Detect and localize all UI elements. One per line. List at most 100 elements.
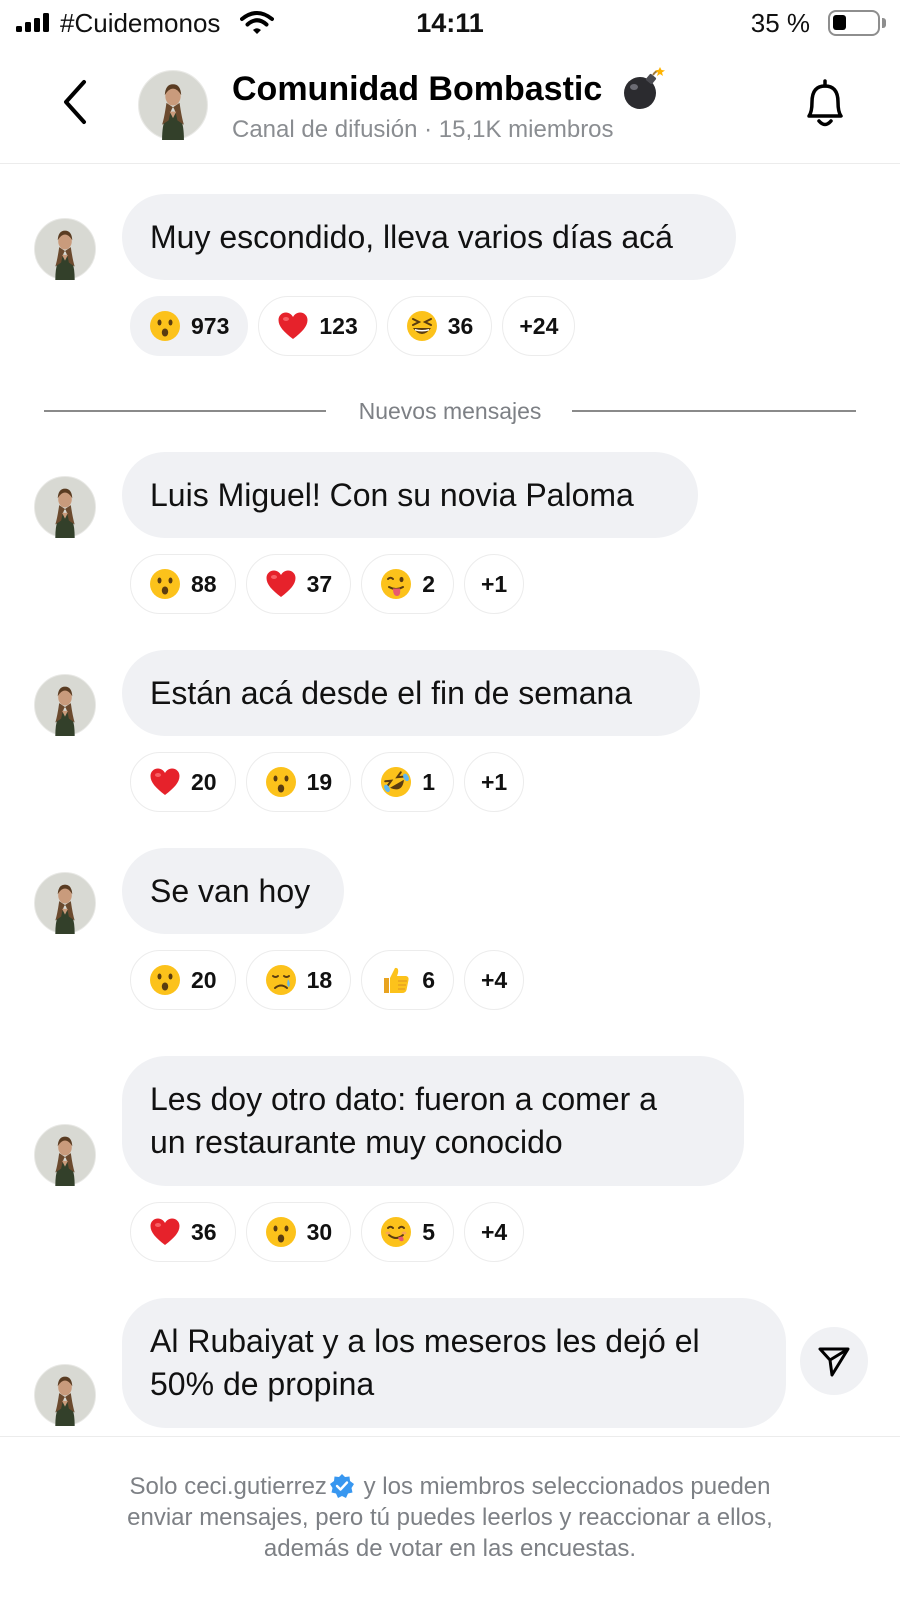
message-bubble[interactable]: Muy escondido, lleva varios días acá <box>122 194 736 280</box>
yum-face-icon <box>380 1216 412 1248</box>
verified-badge-icon <box>329 1474 354 1498</box>
notifications-bell-icon[interactable] <box>800 76 850 132</box>
reaction-pill[interactable]: 37 <box>245 554 352 614</box>
more-reactions-count: +24 <box>519 312 559 339</box>
more-reactions-count: +4 <box>480 1218 508 1245</box>
more-reactions-pill[interactable]: +24 <box>502 296 576 356</box>
reaction-pill[interactable]: 20 <box>130 950 236 1010</box>
reaction-bar: 36 30 5 +4 <box>130 1202 525 1262</box>
red-heart-icon <box>265 568 297 600</box>
sender-avatar[interactable] <box>34 1364 96 1426</box>
message-text: Luis Miguel! Con su novia Paloma <box>150 476 634 513</box>
battery-icon <box>828 10 886 36</box>
message-text: Muy escondido, lleva varios días acá <box>150 218 673 255</box>
reaction-count: 19 <box>306 768 333 795</box>
message-text: Se van hoy <box>150 872 311 909</box>
reaction-count: 6 <box>422 966 435 993</box>
more-reactions-count: +1 <box>480 570 508 597</box>
astonished-face-icon <box>149 310 181 342</box>
reaction-pill[interactable]: 19 <box>245 752 352 812</box>
reaction-count: 2 <box>422 570 435 597</box>
reaction-count: 20 <box>191 768 217 795</box>
battery-percent: 35 % <box>750 8 810 38</box>
reaction-pill[interactable]: 1 <box>361 752 454 812</box>
footer-prefix: Solo <box>129 1473 178 1500</box>
message-text-line: Les doy otro dato: fueron a comer a <box>150 1081 657 1117</box>
message-bubble[interactable]: Luis Miguel! Con su novia Paloma <box>122 452 698 538</box>
message-text-line: 50% de propina <box>150 1366 375 1402</box>
reaction-count: 36 <box>447 312 474 339</box>
more-reactions-pill[interactable]: +1 <box>463 554 525 614</box>
message-text-line: Al Rubaiyat y a los meseros les dejó el <box>150 1323 700 1359</box>
astonished-face-icon <box>265 766 297 798</box>
reaction-pill[interactable]: 20 <box>130 752 236 812</box>
channel-subtitle: Canal de difusión · 15,1K miembros <box>232 116 614 143</box>
message-text: Están acá desde el fin de semana <box>150 674 633 711</box>
reaction-bar: 20 19 1 +1 <box>130 752 525 812</box>
rolling-laughing-face-icon <box>380 766 412 798</box>
reaction-count: 88 <box>191 570 217 597</box>
new-messages-divider: Nuevos mensajes <box>44 397 856 425</box>
reaction-pill[interactable]: 18 <box>245 950 352 1010</box>
broadcast-info-text: Solo ceci.gutierrez y los miembros selec… <box>60 1471 840 1564</box>
more-reactions-count: +4 <box>480 966 508 993</box>
more-reactions-pill[interactable]: +4 <box>463 950 525 1010</box>
sender-avatar[interactable] <box>34 872 96 934</box>
reaction-bar: 88 37 2 +1 <box>130 554 525 614</box>
share-button[interactable] <box>800 1327 868 1395</box>
footer-line2: enviar mensajes, pero tú puedes leerlos … <box>127 1504 773 1531</box>
crying-face-icon <box>265 964 297 996</box>
sender-avatar[interactable] <box>34 1124 96 1186</box>
reaction-count: 973 <box>191 312 230 339</box>
footer-line3: además de votar en las encuestas. <box>263 1535 637 1562</box>
reaction-pill[interactable]: 5 <box>361 1202 454 1262</box>
grinning-squinting-face-icon <box>406 310 438 342</box>
reaction-bar: 20 18 6 +4 <box>130 950 525 1010</box>
reaction-pill[interactable]: 36 <box>130 1202 236 1262</box>
astonished-face-icon <box>149 568 181 600</box>
broadcast-footer: Solo ceci.gutierrez y los miembros selec… <box>0 1436 900 1600</box>
reaction-count: 30 <box>306 1218 333 1245</box>
more-reactions-count: +1 <box>480 768 508 795</box>
message-text-line: un restaurante muy conocido <box>150 1124 563 1160</box>
reaction-count: 20 <box>191 966 217 993</box>
reaction-pill[interactable]: 6 <box>361 950 454 1010</box>
reaction-pill[interactable]: 36 <box>386 296 493 356</box>
red-heart-icon <box>149 1216 181 1248</box>
message-bubble[interactable]: Les doy otro dato: fueron a comer a un r… <box>122 1056 744 1186</box>
reaction-pill[interactable]: 30 <box>245 1202 352 1262</box>
message-bubble[interactable]: Se van hoy <box>122 848 344 934</box>
channel-title[interactable]: Comunidad Bombastic <box>232 68 602 110</box>
sender-avatar[interactable] <box>34 674 96 736</box>
red-heart-icon <box>149 766 181 798</box>
reaction-count: 37 <box>306 570 333 597</box>
reaction-pill[interactable]: 2 <box>361 554 454 614</box>
reaction-count: 18 <box>306 966 333 993</box>
reaction-pill[interactable]: 973 <box>130 296 249 356</box>
footer-line1-rest: y los miembros seleccionados pueden <box>363 1473 771 1500</box>
red-heart-icon <box>277 310 309 342</box>
send-arrow-icon <box>818 1347 850 1377</box>
back-button[interactable] <box>56 74 96 130</box>
bomb-icon <box>624 67 665 109</box>
channel-avatar[interactable] <box>138 70 208 140</box>
creator-username[interactable]: ceci.gutierrez <box>184 1473 327 1500</box>
face-with-tongue-icon <box>380 568 412 600</box>
message-bubble[interactable]: Al Rubaiyat y a los meseros les dejó el … <box>122 1298 786 1428</box>
message-bubble[interactable]: Están acá desde el fin de semana <box>122 650 700 736</box>
more-reactions-pill[interactable]: +4 <box>463 1202 525 1262</box>
reaction-pill[interactable]: 123 <box>258 296 377 356</box>
reaction-bar: 973 123 36 +24 <box>130 296 576 356</box>
reaction-count: 1 <box>422 768 435 795</box>
reaction-count: 123 <box>319 312 358 339</box>
reaction-count: 36 <box>191 1218 217 1245</box>
status-bar: #Cuidemonos 14:11 35 % <box>0 0 900 46</box>
reaction-pill[interactable]: 88 <box>130 554 236 614</box>
more-reactions-pill[interactable]: +1 <box>463 752 525 812</box>
reaction-count: 5 <box>422 1218 435 1245</box>
channel-header: Comunidad Bombastic Canal de difusión · … <box>0 46 900 164</box>
sender-avatar[interactable] <box>34 476 96 538</box>
thumbs-up-icon <box>380 964 412 996</box>
astonished-face-icon <box>149 964 181 996</box>
sender-avatar[interactable] <box>34 218 96 280</box>
